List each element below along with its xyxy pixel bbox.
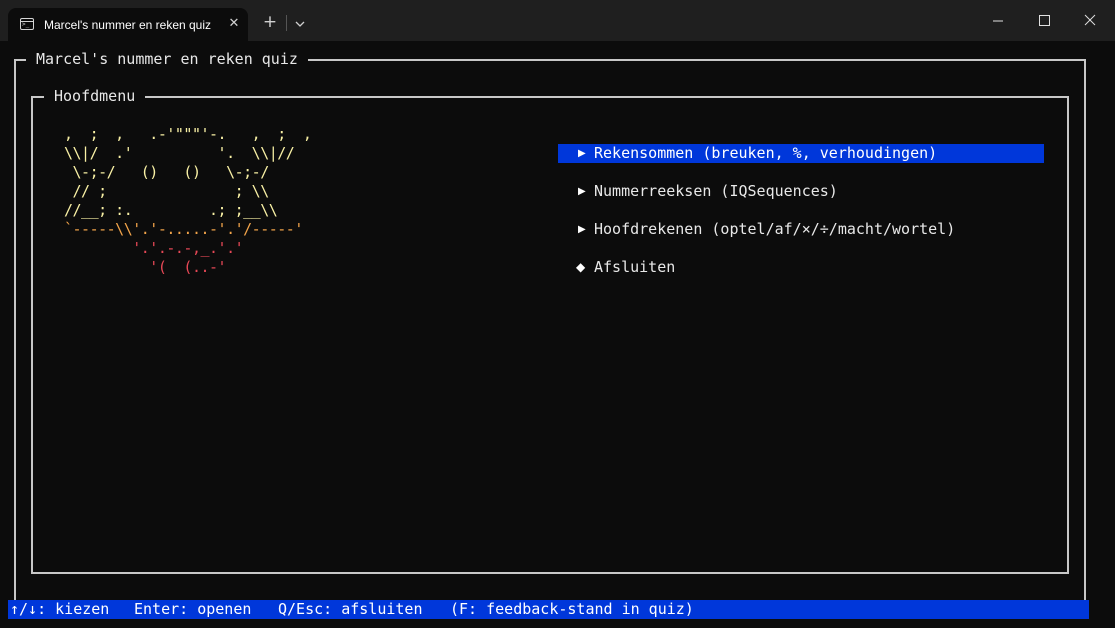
app-title: Marcel's nummer en reken quiz [26, 50, 308, 68]
caret-right-icon: ▶ [578, 186, 586, 197]
panel-title: Hoofdmenu [44, 87, 146, 105]
diamond-icon: ◆ [576, 260, 586, 274]
caret-right-icon: ▶ [578, 148, 586, 159]
ascii-line: // ; ; \\ [64, 182, 270, 200]
tab-dropdown-button[interactable] [292, 16, 308, 30]
maximize-icon [1039, 15, 1050, 26]
close-icon [1084, 14, 1096, 26]
maximize-button[interactable] [1021, 0, 1067, 41]
menu-item-label: Rekensommen (breuken, %, verhoudingen) [594, 144, 938, 162]
menu-item-hoofdrekenen[interactable]: ▶ Hoofdrekenen (optel/af/×/÷/macht/worte… [558, 220, 1044, 239]
terminal-icon: >_ [20, 18, 34, 30]
hint-navigate: ↑/↓: kiezen [10, 600, 110, 618]
hint-quit: Q/Esc: afsluiten [278, 600, 423, 618]
menu-item-label: Hoofdrekenen (optel/af/×/÷/macht/wortel) [594, 220, 956, 238]
ascii-line: `-----\\'.'-.....-'.'/-----' [64, 220, 303, 238]
hint-open: Enter: openen [134, 600, 252, 618]
caret-right-icon: ▶ [578, 224, 586, 235]
tab-title: Marcel's nummer en reken quiz [44, 18, 212, 32]
menu-item-afsluiten[interactable]: ◆ Afsluiten [558, 258, 1044, 277]
ascii-mascot: , ; , .-'"""'-. , ; , \\|/ .' '. \\|// \… [64, 125, 312, 277]
menu-item-label: Nummerreeksen (IQSequences) [594, 182, 838, 200]
chevron-down-icon [295, 21, 305, 27]
plus-icon: + [262, 12, 278, 32]
terminal-window: >_ Marcel's nummer en reken quiz ✕ + Mar… [0, 0, 1115, 628]
menu-item-label: Afsluiten [594, 258, 676, 276]
ascii-line: , ; , .-'"""'-. , ; , [64, 125, 312, 143]
terminal-content: Marcel's nummer en reken quiz Hoofdmenu … [0, 41, 1115, 628]
close-tab-button[interactable]: ✕ [226, 16, 242, 32]
tab-active[interactable]: >_ Marcel's nummer en reken quiz ✕ [8, 8, 248, 41]
close-window-button[interactable] [1067, 0, 1113, 41]
minimize-icon [993, 20, 1003, 22]
ascii-line: \-;-/ () () \-;-/ [64, 163, 270, 181]
minimize-button[interactable] [975, 0, 1021, 41]
hint-feedback: (F: feedback-stand in quiz) [450, 600, 694, 618]
tab-divider [286, 15, 287, 31]
ascii-line: '.'.-.-,_.'.' [64, 239, 244, 257]
status-bar: ↑/↓: kiezen Enter: openen Q/Esc: afsluit… [8, 600, 1089, 619]
ascii-line: \\|/ .' '. \\|// [64, 144, 295, 162]
close-icon: ✕ [228, 16, 240, 31]
ascii-line: //__; :. .; ;__\\ [64, 201, 278, 219]
title-bar: >_ Marcel's nummer en reken quiz ✕ + [0, 0, 1115, 41]
new-tab-button[interactable]: + [260, 12, 280, 32]
menu-item-rekensommen[interactable]: ▶ Rekensommen (breuken, %, verhoudingen) [558, 144, 1044, 163]
ascii-line: '( (..-' [64, 258, 227, 276]
menu-item-nummerreeksen[interactable]: ▶ Nummerreeksen (IQSequences) [558, 182, 1044, 201]
